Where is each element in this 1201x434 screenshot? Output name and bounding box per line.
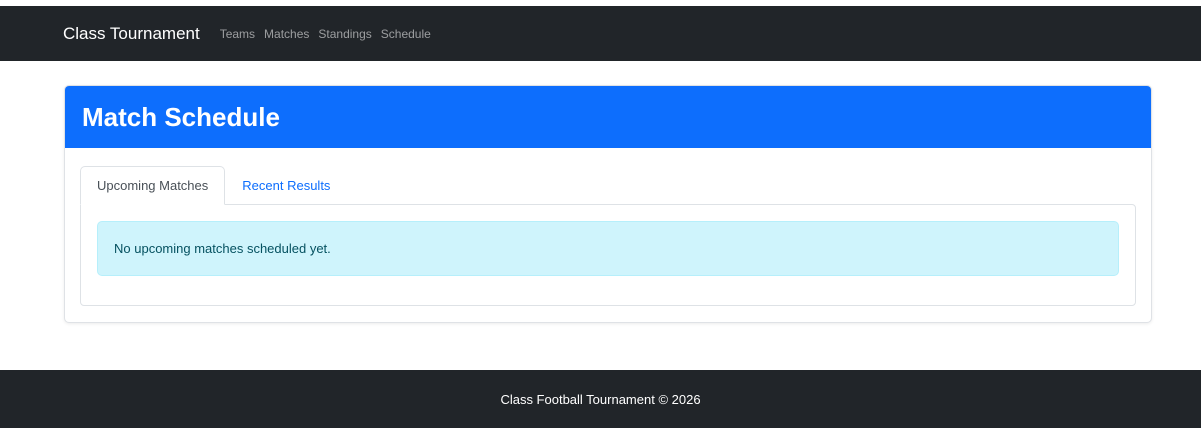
card-header: Match Schedule <box>65 86 1151 148</box>
footer-text: Class Football Tournament © 2026 <box>500 391 701 407</box>
info-alert: No upcoming matches scheduled yet. <box>97 221 1119 276</box>
top-navbar: Class Tournament Teams Matches Standings… <box>0 6 1201 61</box>
card-body: Upcoming Matches Recent Results No upcom… <box>65 148 1151 322</box>
nav-link-teams[interactable]: Teams <box>220 27 255 41</box>
tab-pane-upcoming: No upcoming matches scheduled yet. <box>80 204 1136 306</box>
schedule-tabs: Upcoming Matches Recent Results <box>80 166 347 205</box>
nav-link-standings[interactable]: Standings <box>318 27 371 41</box>
page-title: Match Schedule <box>82 101 280 132</box>
tab-upcoming-matches[interactable]: Upcoming Matches <box>80 166 226 205</box>
schedule-card: Match Schedule Upcoming Matches Recent R… <box>64 85 1152 323</box>
nav-link-schedule[interactable]: Schedule <box>381 27 431 41</box>
nav-links: Teams Matches Standings Schedule <box>220 27 440 41</box>
tab-recent-results[interactable]: Recent Results <box>225 166 347 205</box>
brand-link[interactable]: Class Tournament <box>63 24 200 44</box>
page-footer: Class Football Tournament © 2026 <box>0 370 1201 428</box>
nav-link-matches[interactable]: Matches <box>264 27 309 41</box>
